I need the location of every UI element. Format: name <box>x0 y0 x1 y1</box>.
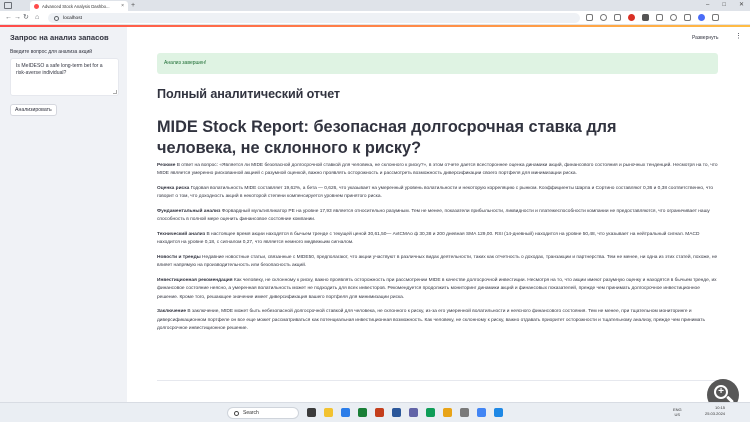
resize-handle-icon[interactable] <box>113 90 117 94</box>
paragraph-text: В ответ на вопрос: «Является ли MIDE без… <box>157 163 718 177</box>
home-button[interactable]: ⌂ <box>35 13 39 22</box>
edge-browser-icon[interactable] <box>341 408 350 417</box>
paragraph-label: Фундаментальный анализ <box>157 209 221 214</box>
taskbar-search[interactable]: Search <box>227 407 299 419</box>
powerpoint-icon[interactable] <box>375 408 384 417</box>
question-textarea[interactable]: Is MeIDESO a safe long-term bet for a ri… <box>10 58 119 96</box>
window-controls: – □ ✕ <box>706 1 744 10</box>
question-value: Is MeIDESO a safe long-term bet for a ri… <box>16 63 103 76</box>
folder-app-icon[interactable] <box>443 408 452 417</box>
taskbar-search-text: Search <box>243 410 259 416</box>
excel-icon[interactable] <box>358 408 367 417</box>
file-explorer-icon[interactable] <box>324 408 333 417</box>
success-alert: Анализ завершен! <box>157 53 718 74</box>
paragraph-label: Оценка риска <box>157 186 190 191</box>
paragraph-text: Годовая волатильность MIDE составляет 19… <box>157 186 714 200</box>
taskbar-clock[interactable]: 10:15 25.03.2024 <box>705 405 725 417</box>
vscode-icon[interactable] <box>494 408 503 417</box>
tab-close-icon[interactable]: × <box>121 3 124 9</box>
profile-avatar[interactable] <box>698 14 705 21</box>
paragraph-label: Заключение <box>157 309 187 315</box>
content-divider <box>157 380 718 381</box>
window-icon <box>4 2 12 9</box>
minimize-button[interactable]: – <box>706 1 709 10</box>
paragraph-conclusion: Заключение В заключение, MIDE может быть… <box>157 308 719 333</box>
paragraph-text: Форвардный мультипликатор PE на уровне 1… <box>157 209 710 223</box>
spreadsheet-app-icon[interactable] <box>426 408 435 417</box>
extension-icons <box>586 14 719 21</box>
forward-button[interactable]: → <box>14 13 21 22</box>
report-heading: Полный аналитический отчет <box>157 87 341 101</box>
system-tray: ENG US <box>673 407 682 417</box>
paragraph-technical: Технический анализ В настоящее время акц… <box>157 231 719 248</box>
teams-icon[interactable] <box>409 408 418 417</box>
paragraph-label: Резюме <box>157 163 176 168</box>
streamlit-favicon-icon <box>34 3 39 9</box>
clock-date: 25.03.2024 <box>705 411 726 416</box>
browser-toolbar: ← → ↻ ⌂ localhost <box>0 11 750 25</box>
bookmark-icon[interactable] <box>614 14 621 21</box>
close-window-button[interactable]: ✕ <box>739 1 744 10</box>
paragraph-text: Недавние новостные статьи, связанные с M… <box>157 255 718 269</box>
new-tab-button[interactable]: + <box>131 1 135 10</box>
analyze-button[interactable]: Анализировать <box>10 104 57 116</box>
paragraph-label: Новости и тренды <box>157 255 201 260</box>
collections-icon[interactable] <box>684 14 691 21</box>
extension-icon[interactable] <box>642 14 649 21</box>
word-icon[interactable] <box>392 408 401 417</box>
main-menu-icon[interactable]: ⋮ <box>735 33 742 40</box>
address-bar[interactable]: localhost <box>48 13 580 23</box>
paragraph-text: В настоящее время акции находятся в бычь… <box>157 232 700 246</box>
site-info-icon[interactable] <box>54 15 59 21</box>
task-view-icon[interactable] <box>307 408 316 417</box>
browser-tab-strip: Advanced Stock Analysis Dashbo... × + – … <box>0 0 750 11</box>
browser-tab[interactable]: Advanced Stock Analysis Dashbo... × <box>30 1 128 11</box>
adblock-icon[interactable] <box>628 14 635 21</box>
paragraph-summary: Резюме В ответ на вопрос: «Является ли M… <box>157 162 719 179</box>
keyboard-layout: US <box>674 412 681 417</box>
paragraph-text: В заключение, MIDE может быть небезопасн… <box>157 309 705 332</box>
url-text: localhost <box>63 15 82 21</box>
paragraph-text: Как человеку, не склонному к риску, важн… <box>157 278 717 300</box>
paragraph-label: Технический анализ <box>157 232 206 237</box>
paragraph-recommendation: Инвестиционная рекомендация Как человеку… <box>157 277 719 302</box>
search-icon <box>234 410 239 416</box>
settings-menu-icon[interactable] <box>712 14 719 21</box>
tab-title: Advanced Stock Analysis Dashbo... <box>42 3 110 9</box>
settings-app-icon[interactable] <box>460 408 469 417</box>
chrome-icon[interactable] <box>477 408 486 417</box>
reload-button[interactable]: ↻ <box>23 13 29 22</box>
translate-icon[interactable] <box>600 14 607 21</box>
back-button[interactable]: ← <box>5 13 12 22</box>
paragraph-label: Инвестиционная рекомендация <box>157 278 233 283</box>
question-label: Введите вопрос для анализа акций <box>10 49 93 55</box>
taskbar-apps <box>307 408 503 417</box>
maximize-button[interactable]: □ <box>722 1 726 10</box>
report-body: Резюме В ответ на вопрос: «Является ли M… <box>157 162 719 340</box>
reader-icon[interactable] <box>586 14 593 21</box>
paragraph-news: Новости и тренды Недавние новостные стат… <box>157 254 719 271</box>
windows-taskbar: Search ENG US <box>0 402 750 422</box>
report-title: MIDE Stock Report: безопасная долгосрочн… <box>157 118 617 157</box>
language-indicator[interactable]: ENG US <box>673 407 682 417</box>
puzzle-icon[interactable] <box>656 14 663 21</box>
paragraph-risk: Оценка риска Годовая волатильность MIDE … <box>157 185 719 202</box>
paragraph-fundamental: Фундаментальный анализ Форвардный мульти… <box>157 208 719 225</box>
deploy-button[interactable]: Развернуть <box>692 35 719 41</box>
sidebar-title: Запрос на анализ запасов <box>10 33 109 42</box>
favorites-icon[interactable] <box>670 14 677 21</box>
